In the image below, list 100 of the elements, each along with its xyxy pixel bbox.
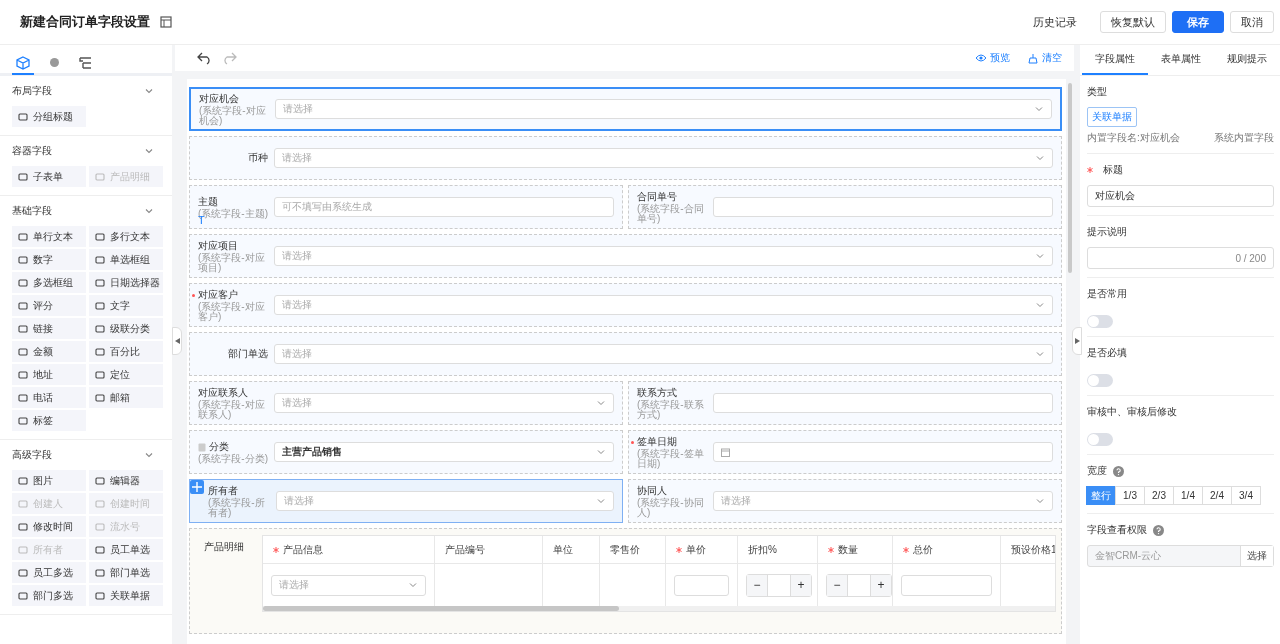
field-type-icon bbox=[18, 346, 28, 357]
layout-icon[interactable] bbox=[160, 16, 172, 28]
width-option[interactable]: 1/4 bbox=[1173, 486, 1203, 505]
clear-link[interactable]: 清空 bbox=[1028, 51, 1062, 65]
section-label: 类型 bbox=[1087, 85, 1107, 99]
input-field[interactable] bbox=[901, 574, 992, 596]
field-type-item[interactable]: 编辑器 bbox=[89, 470, 163, 491]
field-sublabel: (系统字段-对应客户) bbox=[198, 302, 266, 322]
field-type-item[interactable]: 单选框组 bbox=[89, 249, 163, 270]
panel-tab[interactable]: 字段属性 bbox=[1082, 45, 1148, 75]
field-label: 分类 bbox=[209, 440, 229, 453]
redo-icon[interactable] bbox=[221, 51, 237, 65]
form-field-card[interactable]: 签单日期 (系统字段-签单日期) bbox=[628, 430, 1062, 474]
panel-tab[interactable]: 规则提示 bbox=[1214, 45, 1280, 75]
field-type-item[interactable]: 子表单 bbox=[12, 166, 86, 187]
field-type-item[interactable]: 数字 bbox=[12, 249, 86, 270]
field-label: 主题 bbox=[198, 195, 218, 208]
field-type-item[interactable]: 部门多选 bbox=[12, 585, 86, 606]
header-button[interactable]: 保存 bbox=[1172, 11, 1224, 33]
width-option[interactable]: 2/4 bbox=[1202, 486, 1232, 505]
field-type-item[interactable]: 邮箱 bbox=[89, 387, 163, 408]
section-label: 宽度 bbox=[1087, 464, 1107, 478]
field-sublabel: (系统字段-所有者) bbox=[208, 498, 266, 518]
preview-link[interactable]: 预览 bbox=[975, 51, 1010, 65]
field-name-note: 内置字段名:对应机会 bbox=[1087, 131, 1180, 145]
field-type-item[interactable]: 分组标题 bbox=[12, 106, 86, 127]
collapse-handle[interactable] bbox=[172, 327, 182, 355]
scrollbar[interactable] bbox=[1068, 83, 1072, 273]
field-type-item[interactable]: 评分 bbox=[12, 295, 86, 316]
header-button[interactable]: 恢复默认 bbox=[1100, 11, 1166, 33]
number-stepper[interactable]: − + bbox=[826, 573, 892, 597]
form-field-card[interactable]: 分类 (系统字段-分类) 主营产品销售 bbox=[189, 430, 623, 474]
field-type-icon bbox=[95, 171, 105, 182]
form-field-card[interactable]: 部门单选 请选择 bbox=[189, 332, 1062, 376]
chevron-icon[interactable] bbox=[144, 450, 154, 460]
type-tag: 关联单据 bbox=[1087, 107, 1137, 127]
field-type-item[interactable]: 多行文本 bbox=[89, 226, 163, 247]
field-sublabel: (系统字段-合同单号) bbox=[637, 204, 705, 224]
form-field-card[interactable]: 对应项目 (系统字段-对应项目) 请选择 bbox=[189, 234, 1062, 278]
field-type-icon bbox=[18, 277, 28, 288]
field-type-item[interactable]: 图片 bbox=[12, 470, 86, 491]
field-type-icon bbox=[95, 590, 105, 601]
form-field-card[interactable]: 对应联系人 (系统字段-对应联系人) 请选择 bbox=[189, 381, 623, 425]
field-type-item[interactable]: 员工多选 bbox=[12, 562, 86, 583]
input-field[interactable] bbox=[674, 574, 729, 596]
number-stepper[interactable]: − + bbox=[746, 573, 812, 597]
form-field-card[interactable]: 币种 请选择 bbox=[189, 136, 1062, 180]
field-type-item[interactable]: 多选框组 bbox=[12, 272, 86, 293]
toggle-switch[interactable] bbox=[1087, 315, 1113, 328]
header-button[interactable]: 取消 bbox=[1230, 11, 1274, 33]
hint-input[interactable]: 0 / 200 bbox=[1087, 247, 1274, 269]
input-field[interactable] bbox=[713, 197, 1053, 217]
field-type-item[interactable]: 定位 bbox=[89, 364, 163, 385]
date-field[interactable] bbox=[713, 442, 1053, 462]
toggle-switch[interactable] bbox=[1087, 433, 1113, 446]
field-type-icon bbox=[95, 277, 105, 288]
chevron-icon[interactable] bbox=[144, 206, 154, 216]
field-type-item[interactable]: 百分比 bbox=[89, 341, 163, 362]
form-field-card[interactable]: 协同人 (系统字段-协同人) 请选择 bbox=[628, 479, 1062, 523]
select-field[interactable]: 主营产品销售 bbox=[274, 442, 614, 462]
column-header: 产品编号 bbox=[445, 542, 485, 557]
chevron-icon[interactable] bbox=[144, 86, 154, 96]
field-type-item[interactable]: 单行文本 bbox=[12, 226, 86, 247]
field-type-item[interactable]: 文字 bbox=[89, 295, 163, 316]
field-type-item[interactable]: 标签 bbox=[12, 410, 86, 431]
toggle-switch[interactable] bbox=[1087, 374, 1113, 387]
field-type-item[interactable]: 修改时间 bbox=[12, 516, 86, 537]
chevron-icon[interactable] bbox=[144, 146, 154, 156]
move-handle-icon[interactable] bbox=[190, 480, 204, 494]
input-field[interactable] bbox=[713, 393, 1053, 413]
field-type-item[interactable]: 金额 bbox=[12, 341, 86, 362]
panel-tab[interactable]: 表单属性 bbox=[1148, 45, 1214, 75]
chevron-icon bbox=[1035, 349, 1045, 359]
field-type-item[interactable]: 电话 bbox=[12, 387, 86, 408]
undo-icon[interactable] bbox=[197, 51, 213, 65]
field-label: 签单日期 bbox=[637, 435, 677, 448]
width-option[interactable]: 3/4 bbox=[1231, 486, 1261, 505]
width-option[interactable]: 2/3 bbox=[1144, 486, 1174, 505]
form-field-card[interactable]: 联系方式 (系统字段-联系方式) bbox=[628, 381, 1062, 425]
field-sublabel: (系统字段-对应机会) bbox=[199, 106, 267, 126]
width-option[interactable]: 1/3 bbox=[1115, 486, 1145, 505]
field-type-item[interactable]: 关联单据 bbox=[89, 585, 163, 606]
field-type-item[interactable]: 员工单选 bbox=[89, 539, 163, 560]
form-field-card[interactable]: 对应机会 (系统字段-对应机会) 请选择 bbox=[189, 87, 1062, 131]
form-field-card[interactable]: 对应客户 (系统字段-对应客户) 请选择 bbox=[189, 283, 1062, 327]
scrollbar[interactable] bbox=[263, 606, 1055, 611]
field-label: 对应项目 bbox=[198, 239, 238, 252]
chevron-icon bbox=[1035, 300, 1045, 310]
title-input[interactable]: 对应机会 bbox=[1087, 185, 1274, 207]
field-type-item[interactable]: 部门单选 bbox=[89, 562, 163, 583]
field-type-item[interactable]: 链接 bbox=[12, 318, 86, 339]
field-type-icon bbox=[18, 300, 28, 311]
field-type-item[interactable]: 级联分类 bbox=[89, 318, 163, 339]
form-field-card[interactable]: 主题 (系统字段-主题) T 可不填写由系统生成 bbox=[189, 185, 623, 229]
field-type-item[interactable]: 地址 bbox=[12, 364, 86, 385]
expand-handle[interactable] bbox=[1072, 327, 1082, 355]
field-type-item[interactable]: 日期选择器 bbox=[89, 272, 163, 293]
tree-icon bbox=[79, 55, 93, 70]
form-field-card[interactable]: 所有者 (系统字段-所有者) 请选择 bbox=[189, 479, 623, 523]
form-field-card[interactable]: 合同单号 (系统字段-合同单号) bbox=[628, 185, 1062, 229]
